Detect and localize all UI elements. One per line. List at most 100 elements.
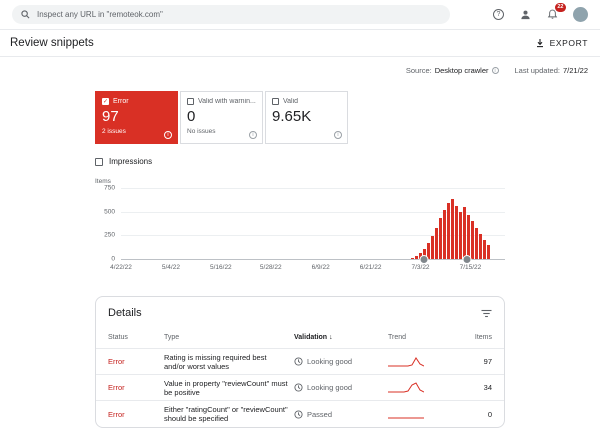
y-tick-label: 750 — [104, 184, 115, 192]
impressions-label: Impressions — [109, 157, 153, 166]
last-updated-meta: Last updated: 7/21/22 — [515, 66, 589, 75]
items-chart: Items 750 500 250 0 4/22/22 5/4/22 5/16/22 5/2… — [95, 178, 505, 276]
row-type: Either "ratingCount" or "reviewCount" sh… — [164, 405, 288, 423]
info-icon[interactable]: i — [164, 131, 172, 139]
chart-bar — [466, 214, 471, 259]
search-placeholder: Inspect any URL in "remoteok.com" — [37, 10, 163, 19]
clock-icon — [294, 383, 303, 392]
y-axis-label: Items — [95, 178, 111, 185]
y-tick-label: 0 — [111, 255, 115, 263]
row-type: Value in property "reviewCount" must be … — [164, 378, 288, 397]
clock-icon — [294, 409, 303, 419]
chart-bar — [450, 199, 455, 259]
table-row[interactable]: Error Value in property "reviewCount" mu… — [96, 375, 504, 401]
error-count: 97 — [102, 108, 119, 125]
row-validation: Passed — [294, 410, 382, 419]
info-icon[interactable]: i — [334, 131, 342, 139]
row-status: Error — [108, 383, 125, 392]
impressions-toggle[interactable]: Impressions — [95, 157, 505, 166]
x-tick-label: 5/16/22 — [209, 264, 232, 271]
search-icon — [21, 10, 30, 19]
impressions-checkbox[interactable] — [95, 157, 103, 166]
avatar[interactable] — [573, 7, 588, 22]
gridline — [121, 188, 505, 189]
y-tick-label: 250 — [104, 231, 115, 239]
chart-bar — [454, 206, 459, 259]
notifications-bell-icon[interactable]: 22 — [546, 3, 566, 21]
top-app-bar: Inspect any URL in "remoteok.com" ? 22 — [0, 0, 600, 30]
chart-bar — [458, 211, 463, 259]
url-inspect-search[interactable]: Inspect any URL in "remoteok.com" — [12, 5, 450, 24]
last-updated-label: Last updated: — [514, 66, 560, 75]
valid-card-label: Valid — [283, 98, 299, 105]
info-icon[interactable]: i — [491, 67, 499, 74]
row-status: Error — [108, 409, 125, 419]
chart-bar — [486, 244, 491, 259]
table-row[interactable]: Error Either "ratingCount" or "reviewCou… — [96, 401, 504, 427]
table-row[interactable]: Error Rating is missing required best an… — [96, 349, 504, 375]
row-type: Rating is missing required best and/or w… — [164, 352, 267, 371]
row-items: 0 — [487, 409, 492, 419]
info-icon[interactable]: i — [249, 131, 257, 139]
annotation-marker[interactable] — [419, 254, 429, 264]
x-tick-label: 5/28/22 — [259, 264, 282, 271]
valid-checkbox[interactable] — [272, 98, 279, 105]
report-meta: Source: Desktop crawler i Last updated: … — [0, 57, 600, 75]
valid-warning-sub: No issues — [187, 128, 216, 135]
valid-warning-count: 0 — [187, 108, 196, 125]
last-updated-value: 7/21/22 — [562, 66, 588, 75]
col-validation[interactable]: Validation ↓ — [294, 334, 382, 341]
chart-bar — [430, 236, 435, 259]
notification-badge: 22 — [554, 3, 566, 12]
chart-plot-area: 750 500 250 0 — [104, 185, 505, 264]
download-icon — [536, 39, 543, 48]
page-title: Review snippets — [10, 37, 94, 49]
source-meta: Source: Desktop crawler i — [406, 66, 499, 75]
table-header: Status Type Validation ↓ Trend Items — [96, 327, 504, 349]
row-status: Error — [108, 357, 125, 366]
source-label: Source: — [405, 66, 432, 75]
col-trend[interactable]: Trend — [388, 334, 450, 341]
chart-bar — [438, 218, 443, 259]
filter-icon[interactable] — [481, 309, 492, 318]
valid-count: 9.65K — [272, 108, 312, 125]
help-icon[interactable]: ? — [492, 8, 505, 21]
col-items[interactable]: Items — [456, 334, 492, 341]
row-validation: Looking good — [294, 357, 382, 366]
x-tick-label: 7/3/22 — [411, 264, 430, 271]
valid-with-warning-card[interactable]: Valid with warnin... 0 No issues i — [180, 91, 263, 144]
valid-card[interactable]: Valid 9.65K i — [265, 91, 348, 144]
clock-icon — [294, 357, 303, 366]
export-label: EXPORT — [549, 38, 588, 48]
error-card[interactable]: ✓ Error 97 2 issues i — [95, 91, 178, 144]
x-axis-labels: 4/22/22 5/4/22 5/16/22 5/28/22 6/9/22 6/21/22… — [110, 264, 505, 276]
chart-bar — [474, 227, 479, 259]
col-status[interactable]: Status — [108, 334, 158, 341]
error-checkbox[interactable]: ✓ — [102, 98, 109, 105]
status-cards: ✓ Error 97 2 issues i Valid with warnin.… — [95, 91, 505, 144]
chart-bar — [442, 209, 447, 259]
row-validation: Looking good — [294, 383, 382, 392]
chart-bar — [434, 227, 439, 259]
col-type[interactable]: Type — [164, 334, 288, 341]
valid-warning-card-label: Valid with warnin... — [198, 98, 256, 105]
error-sub: 2 issues — [102, 128, 126, 135]
details-title: Details — [108, 307, 142, 319]
x-tick-label: 4/22/22 — [110, 264, 132, 271]
row-items: 97 — [483, 357, 492, 366]
y-tick-label: 500 — [104, 208, 115, 216]
account-icon[interactable] — [519, 8, 532, 21]
chart-bar — [482, 240, 487, 259]
row-items: 34 — [483, 383, 492, 392]
chart-bar — [414, 256, 419, 259]
valid-warning-checkbox[interactable] — [187, 98, 194, 105]
error-card-label: Error — [113, 98, 129, 105]
x-tick-label: 5/4/22 — [161, 264, 180, 271]
chart-bar — [478, 234, 483, 259]
annotation-marker[interactable] — [462, 254, 472, 264]
x-tick-label: 6/21/22 — [359, 264, 382, 271]
export-button[interactable]: EXPORT — [535, 38, 588, 48]
chart-bar — [410, 257, 415, 259]
chart-bar — [446, 203, 451, 259]
trend-sparkline — [388, 417, 424, 419]
